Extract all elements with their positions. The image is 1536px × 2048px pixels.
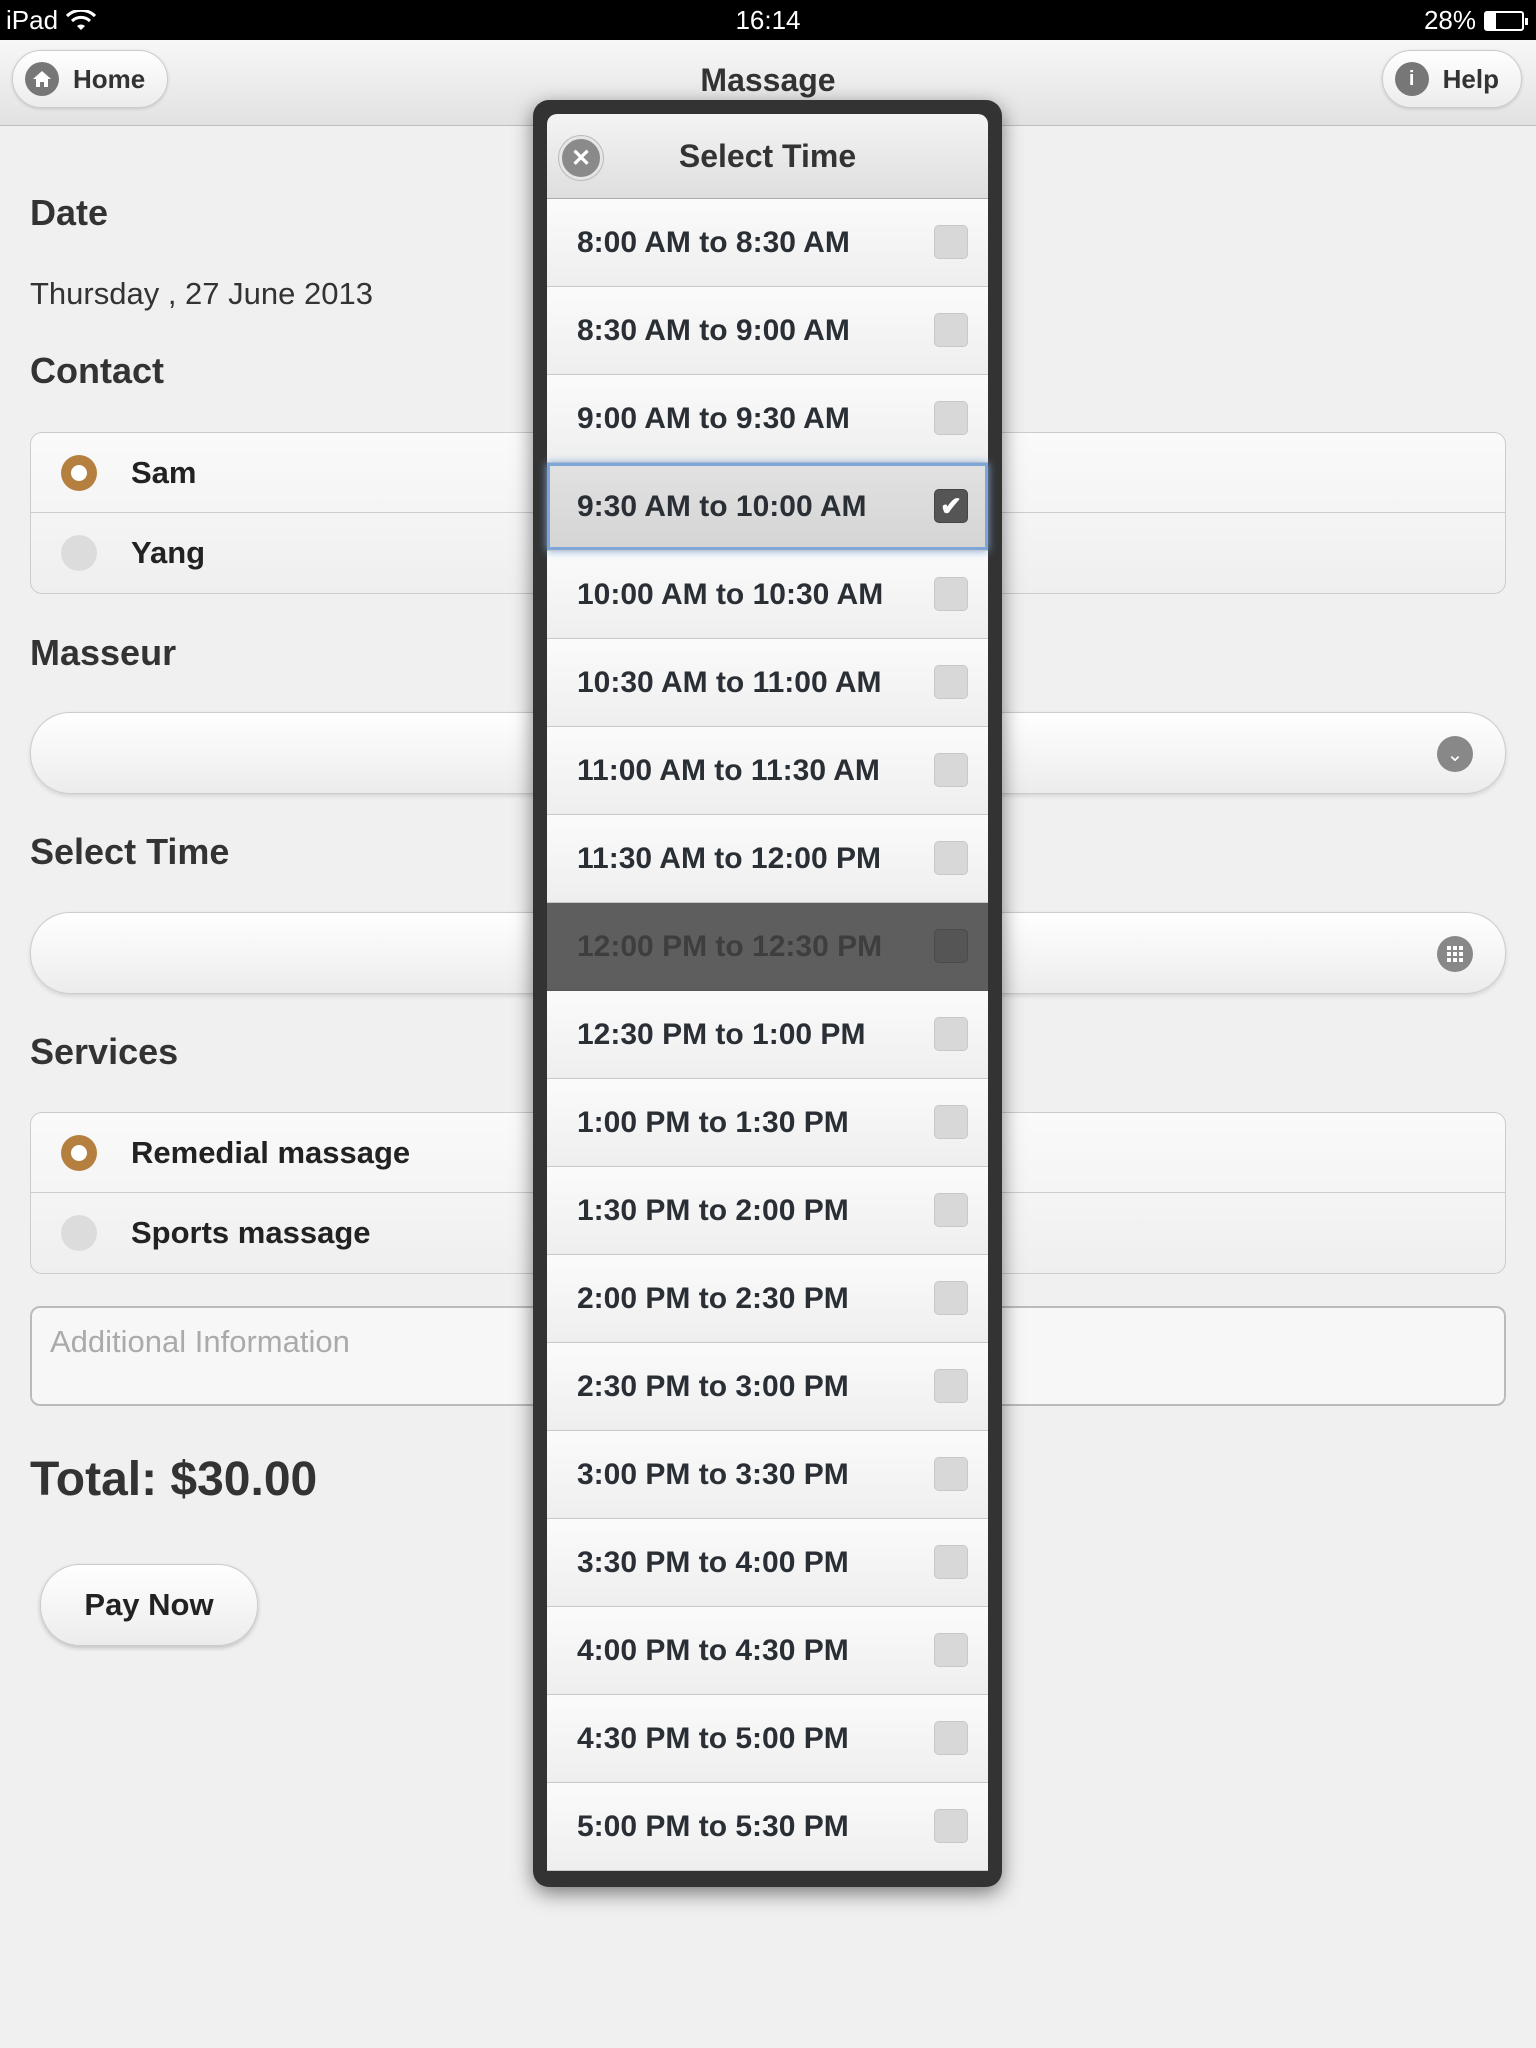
checkbox[interactable] — [934, 401, 968, 435]
time-slot-option[interactable]: 11:30 AM to 12:00 PM — [547, 815, 988, 903]
total-amount: Total: $30.00 — [30, 1453, 318, 1506]
time-slot-label: 2:00 PM to 2:30 PM — [577, 1281, 849, 1315]
popup-header: ✕ Select Time — [547, 114, 988, 199]
time-slot-option[interactable]: 11:00 AM to 11:30 AM — [547, 727, 988, 815]
date-label: Date — [30, 192, 109, 233]
checkbox[interactable] — [934, 665, 968, 699]
help-button[interactable]: i Help — [1381, 50, 1522, 108]
time-slot-option[interactable]: 9:30 AM to 10:00 AM ✔ — [547, 463, 988, 551]
battery-percent: 28% — [1423, 5, 1476, 35]
time-slot-option[interactable]: 8:00 AM to 8:30 AM — [547, 199, 988, 287]
date-value: Thursday , 27 June 2013 — [30, 276, 373, 311]
time-slot-option[interactable]: 3:30 PM to 4:00 PM — [547, 1519, 988, 1607]
time-slot-label: 10:00 AM to 10:30 AM — [577, 577, 884, 611]
time-slot-label: 3:30 PM to 4:00 PM — [577, 1545, 849, 1579]
contact-name: Sam — [131, 454, 197, 490]
time-slot-label: 11:30 AM to 12:00 PM — [577, 841, 881, 875]
time-slot-option[interactable]: 10:00 AM to 10:30 AM — [547, 551, 988, 639]
checkbox[interactable] — [934, 1281, 968, 1315]
time-slot-option[interactable]: 8:30 AM to 9:00 AM — [547, 287, 988, 375]
checkbox[interactable] — [934, 929, 968, 963]
services-label: Services — [30, 1031, 179, 1072]
checkbox[interactable] — [934, 1105, 968, 1139]
time-slot-option[interactable]: 4:00 PM to 4:30 PM — [547, 1607, 988, 1695]
masseur-label: Masseur — [30, 632, 177, 673]
radio-button[interactable] — [61, 535, 97, 571]
checkbox[interactable] — [934, 1545, 968, 1579]
select-time-label: Select Time — [30, 831, 230, 872]
time-slot-label: 2:30 PM to 3:00 PM — [577, 1369, 849, 1403]
status-bar: iPad 16:14 28% — [0, 0, 1536, 40]
time-slot-option[interactable]: 3:00 PM to 3:30 PM — [547, 1431, 988, 1519]
time-slot-label: 12:00 PM to 12:30 PM — [577, 929, 883, 963]
service-name: Remedial massage — [131, 1134, 411, 1170]
checkbox-checked[interactable]: ✔ — [934, 489, 968, 523]
time-slot-label: 1:00 PM to 1:30 PM — [577, 1105, 849, 1139]
time-slot-label: 9:30 AM to 10:00 AM — [577, 489, 867, 523]
checkbox[interactable] — [934, 753, 968, 787]
time-slot-label: 1:30 PM to 2:00 PM — [577, 1193, 849, 1227]
time-slot-label: 10:30 AM to 11:00 AM — [577, 665, 882, 699]
time-slot-label: 5:00 PM to 5:30 PM — [577, 1809, 849, 1843]
time-slot-label: 8:30 AM to 9:00 AM — [577, 313, 850, 347]
radio-button[interactable] — [61, 1215, 97, 1251]
time-slot-option[interactable]: 10:30 AM to 11:00 AM — [547, 639, 988, 727]
checkbox[interactable] — [934, 225, 968, 259]
grid-icon — [1437, 936, 1473, 972]
help-label: Help — [1442, 63, 1499, 94]
time-slot-label: 4:30 PM to 5:00 PM — [577, 1721, 849, 1755]
page-title: Massage — [700, 62, 836, 98]
time-slot-label: 9:00 AM to 9:30 AM — [577, 401, 850, 435]
time-slot-option[interactable]: 2:00 PM to 2:30 PM — [547, 1255, 988, 1343]
additional-information-placeholder: Additional Information — [50, 1324, 350, 1359]
checkbox[interactable] — [934, 1457, 968, 1491]
time-slot-label: 4:00 PM to 4:30 PM — [577, 1633, 849, 1667]
time-slot-option[interactable]: 12:00 PM to 12:30 PM — [547, 903, 988, 991]
chevron-down-icon: ⌄ — [1437, 736, 1473, 772]
battery-icon — [1484, 10, 1528, 31]
checkbox[interactable] — [934, 1017, 968, 1051]
radio-button-selected[interactable] — [61, 1134, 97, 1171]
clock: 16:14 — [735, 5, 801, 35]
time-slot-option[interactable]: 9:00 AM to 9:30 AM — [547, 375, 988, 463]
checkbox[interactable] — [934, 577, 968, 611]
time-slot-label: 3:00 PM to 3:30 PM — [577, 1457, 849, 1491]
checkbox[interactable] — [934, 1809, 968, 1843]
checkbox[interactable] — [934, 1193, 968, 1227]
time-slot-option[interactable]: 2:30 PM to 3:00 PM — [547, 1343, 988, 1431]
time-slot-option[interactable]: 1:00 PM to 1:30 PM — [547, 1079, 988, 1167]
time-slot-list: 8:00 AM to 8:30 AM 8:30 AM to 9:00 AM 9:00… — [547, 199, 988, 1871]
checkbox[interactable] — [934, 1369, 968, 1403]
time-slot-label: 12:30 PM to 1:00 PM — [577, 1017, 866, 1051]
select-time-popup: ✕ Select Time 8:00 AM to 8:30 AM 8:30 AM … — [533, 100, 1002, 1887]
check-icon: ✔ — [940, 490, 962, 521]
time-slot-option[interactable]: 5:00 PM to 5:30 PM — [547, 1783, 988, 1871]
checkbox[interactable] — [934, 313, 968, 347]
service-name: Sports massage — [131, 1215, 371, 1250]
time-slot-label: 8:00 AM to 8:30 AM — [577, 225, 850, 259]
checkbox[interactable] — [934, 1633, 968, 1667]
time-slot-option[interactable]: 1:30 PM to 2:00 PM — [547, 1167, 988, 1255]
time-slot-option[interactable]: 4:30 PM to 5:00 PM — [547, 1695, 988, 1783]
time-slot-option[interactable]: 12:30 PM to 1:00 PM — [547, 991, 988, 1079]
checkbox[interactable] — [934, 841, 968, 875]
contact-name: Yang — [131, 535, 206, 570]
checkbox[interactable] — [934, 1721, 968, 1755]
radio-button-selected[interactable] — [61, 454, 97, 491]
time-slot-label: 11:00 AM to 11:30 AM — [577, 753, 880, 787]
pay-now-button[interactable]: Pay Now — [40, 1564, 258, 1646]
info-icon: i — [1394, 62, 1429, 96]
popup-title: Select Time — [678, 138, 857, 174]
contact-label: Contact — [30, 350, 164, 391]
